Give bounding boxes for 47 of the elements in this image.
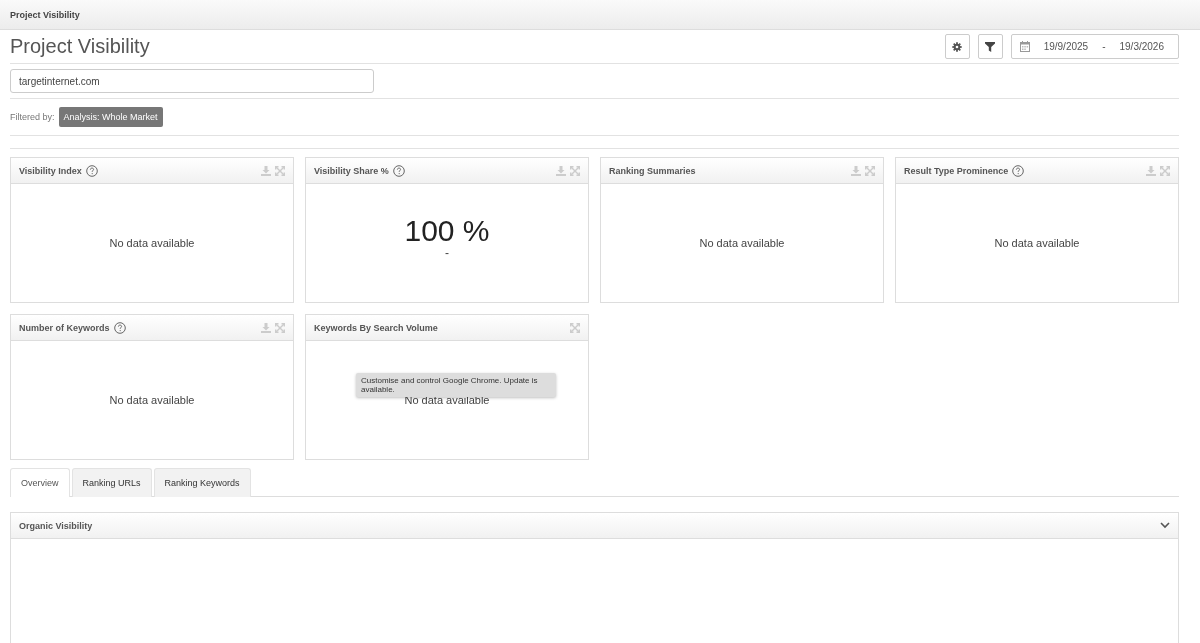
calendar-icon (1019, 41, 1030, 52)
filter-icon (985, 41, 996, 52)
settings-icon (952, 41, 963, 52)
page-title: Project Visibility (10, 35, 150, 58)
download-icon[interactable] (1146, 165, 1156, 176)
help-icon[interactable] (85, 164, 98, 177)
tab[interactable]: Overview (10, 468, 70, 497)
widget-title: Ranking Summaries (609, 165, 696, 176)
expand-icon[interactable] (275, 322, 285, 333)
no-data-message: No data available (994, 237, 1080, 249)
date-separator: - (1102, 41, 1106, 52)
help-icon[interactable] (392, 164, 405, 177)
filter-button[interactable] (977, 34, 1003, 59)
widget-title: Number of Keywords (19, 322, 110, 333)
panel-title: Organic Visibility (19, 520, 93, 531)
no-data-message: No data available (699, 237, 785, 249)
download-icon[interactable] (261, 322, 271, 333)
metric-value: 100 % (404, 216, 490, 246)
expand-icon[interactable] (865, 165, 875, 176)
expand-icon[interactable] (1160, 165, 1170, 176)
chevron-icon[interactable] (1160, 522, 1170, 529)
metric-change: - (445, 246, 449, 260)
download-icon[interactable] (851, 165, 861, 176)
download-icon[interactable] (556, 165, 566, 176)
filter-tag[interactable]: Analysis: Whole Market (58, 107, 163, 127)
download-icon[interactable] (261, 165, 271, 176)
tab[interactable]: Ranking URLs (71, 468, 152, 497)
start-date: 19/9/2025 (1043, 41, 1089, 52)
filter-label: Filtered by: (10, 112, 55, 122)
domain-field[interactable]: targetinternet.com (10, 69, 374, 93)
no-data-message: No data available (109, 237, 195, 249)
widget-title: Visibility Share % (314, 165, 389, 176)
help-icon[interactable] (113, 321, 126, 334)
widget-title: Result Type Prominence (904, 165, 1009, 176)
widget-title: Keywords By Search Volume (314, 322, 438, 333)
tab[interactable]: Ranking Keywords (153, 468, 251, 497)
end-date: 19/3/2026 (1119, 41, 1164, 52)
settings-button[interactable] (944, 34, 970, 59)
help-icon[interactable] (1012, 164, 1025, 177)
tooltip: Customise and control Google Chrome. Update is available. (356, 373, 556, 397)
expand-icon[interactable] (275, 165, 285, 176)
date-range-field[interactable]: 19/9/2025 - 19/3/2026 (1010, 34, 1179, 59)
expand-icon[interactable] (570, 165, 580, 176)
breadcrumb-title: Project Visibility (10, 9, 80, 20)
no-data-message: No data available (109, 394, 195, 406)
widget-title: Visibility Index (19, 165, 82, 176)
expand-icon[interactable] (570, 322, 580, 333)
